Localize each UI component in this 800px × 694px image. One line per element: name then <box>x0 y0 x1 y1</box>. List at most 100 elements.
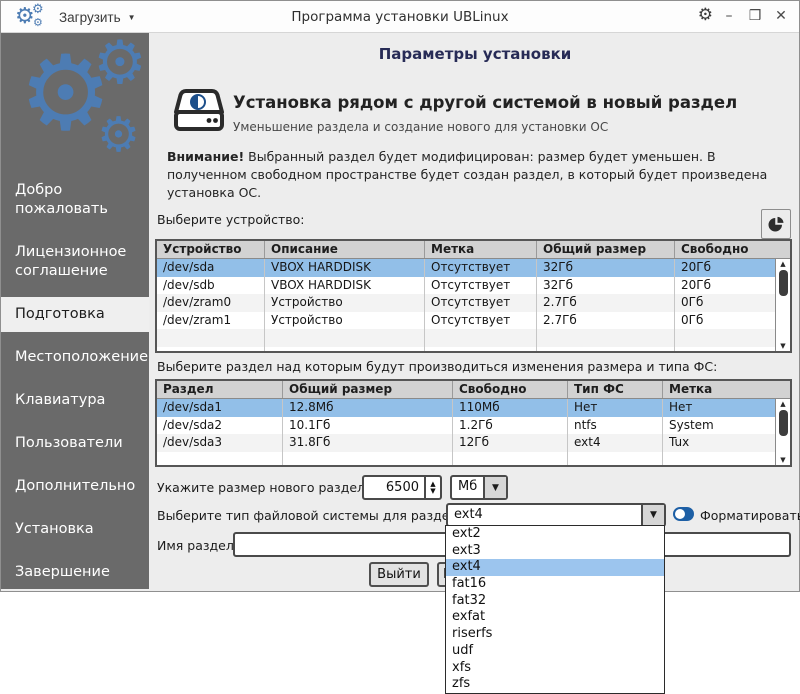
sidebar: ⚙ ⚙ ⚙ Добро пожаловать Лицензионное согла… <box>1 33 149 589</box>
table-cell: VBOX HARDDISK <box>265 276 425 295</box>
partition-table[interactable]: Раздел Общий размер Свободно Тип ФС Метка /d… <box>155 379 792 467</box>
settings-gear-icon[interactable]: ⚙ <box>698 7 713 24</box>
sidebar-item-6[interactable]: Дополнительно <box>1 469 149 504</box>
table-row[interactable]: /dev/sdb VBOX HARDDISK Отсутствует 32Гб 20Гб <box>157 276 775 295</box>
device-table-scrollbar[interactable]: ▲ ▼ <box>775 259 790 351</box>
column-header[interactable]: Метка <box>663 381 790 398</box>
fs-option-xfs[interactable]: xfs <box>446 660 664 677</box>
fs-option-ext3[interactable]: ext3 <box>446 543 664 560</box>
fs-option-udf[interactable]: udf <box>446 643 664 660</box>
table-cell: 12.8Мб <box>283 399 453 417</box>
column-header[interactable]: Раздел <box>157 381 283 398</box>
column-header[interactable]: Тип ФС <box>568 381 663 398</box>
table-cell <box>425 329 537 347</box>
scrollbar-thumb[interactable] <box>778 410 788 436</box>
combo-arrow-icon[interactable]: ▼ <box>641 505 664 525</box>
table-row[interactable]: /dev/sda VBOX HARDDISK Отсутствует 32Гб 20Гб <box>157 259 775 277</box>
scroll-up-icon[interactable]: ▲ <box>780 399 785 409</box>
table-cell <box>157 451 283 465</box>
exit-button[interactable]: Выйти <box>369 562 429 587</box>
column-header[interactable]: Устройство <box>157 241 265 258</box>
combo-arrow-icon[interactable]: ▼ <box>483 477 506 498</box>
table-cell: 0Гб <box>681 312 704 327</box>
column-header[interactable]: Метка <box>425 241 537 258</box>
table-cell: System <box>669 417 714 432</box>
size-spinner[interactable]: 6500 ▲ ▼ <box>362 475 442 500</box>
size-value[interactable]: 6500 <box>364 477 424 498</box>
sidebar-item-1[interactable]: Лицензионное соглашение <box>1 235 149 289</box>
device-label: Выберите устройство: <box>157 212 305 227</box>
sidebar-item-8[interactable]: Завершение <box>1 555 149 589</box>
method-subheading: Уменьшение раздела и создание нового для… <box>233 120 609 134</box>
scroll-down-icon[interactable]: ▼ <box>780 341 785 351</box>
format-toggle[interactable] <box>673 507 694 521</box>
table-row[interactable]: /dev/zram1 Устройство Отсутствует 2.7Гб 0Гб <box>157 311 775 330</box>
table-cell: 10.1Гб <box>283 416 453 435</box>
maximize-icon[interactable]: ❒ <box>747 6 763 26</box>
table-cell: /dev/sda1 <box>157 399 283 417</box>
fs-option-fat16[interactable]: fat16 <box>446 576 664 593</box>
table-cell: ext4 <box>568 434 663 452</box>
fs-option-riserfs[interactable]: riserfs <box>446 626 664 643</box>
column-header[interactable]: Свободно <box>453 381 568 398</box>
fs-dropdown-popup[interactable]: ext2 ext3 ext4 fat16 fat32 exfat riserfs udf xfs… <box>445 525 665 694</box>
table-cell: /dev/sda <box>157 259 265 277</box>
scroll-up-icon[interactable]: ▲ <box>780 259 785 269</box>
table-cell: 31.8Гб <box>283 434 453 452</box>
toggle-knob <box>675 509 685 519</box>
size-unit-combo[interactable]: Мб ▼ <box>450 475 508 500</box>
fs-option-fat32[interactable]: fat32 <box>446 593 664 610</box>
sidebar-item-4[interactable]: Клавиатура <box>1 383 149 418</box>
sidebar-item-3[interactable]: Местоположение <box>1 340 149 375</box>
table-cell: 20Гб <box>681 260 711 274</box>
minimize-icon[interactable]: – <box>721 6 737 26</box>
format-label: Форматировать <box>700 508 800 523</box>
table-cell: Нет <box>568 399 663 417</box>
table-cell: ntfs <box>568 416 663 435</box>
fs-label: Выберите тип файловой системы для раздел… <box>157 508 470 523</box>
table-cell: Устройство <box>265 311 425 330</box>
sidebar-item-2[interactable]: Подготовка <box>1 297 149 332</box>
table-row[interactable]: /dev/zram0 Устройство Отсутствует 2.7Гб 0Гб <box>157 294 775 312</box>
table-row[interactable]: /dev/sda3 31.8Гб 12Гб ext4 Tux <box>157 434 775 452</box>
warning-prefix: Внимание! <box>167 149 245 164</box>
sidebar-item-0[interactable]: Добро пожаловать <box>1 173 149 227</box>
column-header[interactable]: Общий размер <box>537 241 675 258</box>
scroll-down-icon[interactable]: ▼ <box>780 455 785 465</box>
table-filler-row <box>157 346 775 351</box>
table-cell: VBOX HARDDISK <box>265 259 425 277</box>
fs-option-ext4[interactable]: ext4 <box>446 559 664 577</box>
installer-window: ⚙ ⚙ ⚙ Загрузить ▼ Программа установки UB… <box>0 0 800 592</box>
table-cell <box>425 346 537 351</box>
scrollbar-thumb[interactable] <box>778 270 788 296</box>
table-cell: Отсутствует <box>425 294 537 312</box>
close-icon[interactable]: ✕ <box>773 6 789 26</box>
column-header[interactable]: Общий размер <box>283 381 453 398</box>
fs-value: ext4 <box>454 507 483 522</box>
page-title: Параметры установки <box>378 45 572 63</box>
table-row[interactable]: /dev/sda2 10.1Гб 1.2Гб ntfs System <box>157 416 775 435</box>
column-header[interactable]: Описание <box>265 241 425 258</box>
table-cell: 2.7Гб <box>537 311 675 330</box>
method-heading: Установка рядом с другой системой в новы… <box>233 93 738 112</box>
sidebar-item-7[interactable]: Установка <box>1 512 149 547</box>
pie-chart-button[interactable] <box>761 209 791 239</box>
spin-down-icon[interactable]: ▼ <box>430 487 435 495</box>
table-cell: Устройство <box>265 294 425 312</box>
table-cell: Нет <box>669 400 693 414</box>
fs-option-ext2[interactable]: ext2 <box>446 526 664 543</box>
table-filler-row <box>157 451 775 465</box>
table-cell <box>157 346 265 351</box>
sidebar-item-5[interactable]: Пользователи <box>1 426 149 461</box>
table-row[interactable]: /dev/sda1 12.8Мб 110Мб Нет Нет <box>157 399 775 417</box>
device-table[interactable]: Устройство Описание Метка Общий размер Свобо… <box>155 239 792 353</box>
fs-combo[interactable]: ext4 ▼ <box>446 503 666 527</box>
partition-table-scrollbar[interactable]: ▲ ▼ <box>775 399 790 465</box>
size-unit-value: Мб <box>458 479 478 494</box>
fs-option-zfs[interactable]: zfs <box>446 676 664 693</box>
column-header[interactable]: Свободно <box>675 241 790 258</box>
fs-option-exfat[interactable]: exfat <box>446 609 664 626</box>
table-cell: 32Гб <box>537 276 675 295</box>
table-cell: Tux <box>669 435 690 450</box>
table-cell <box>453 451 568 465</box>
